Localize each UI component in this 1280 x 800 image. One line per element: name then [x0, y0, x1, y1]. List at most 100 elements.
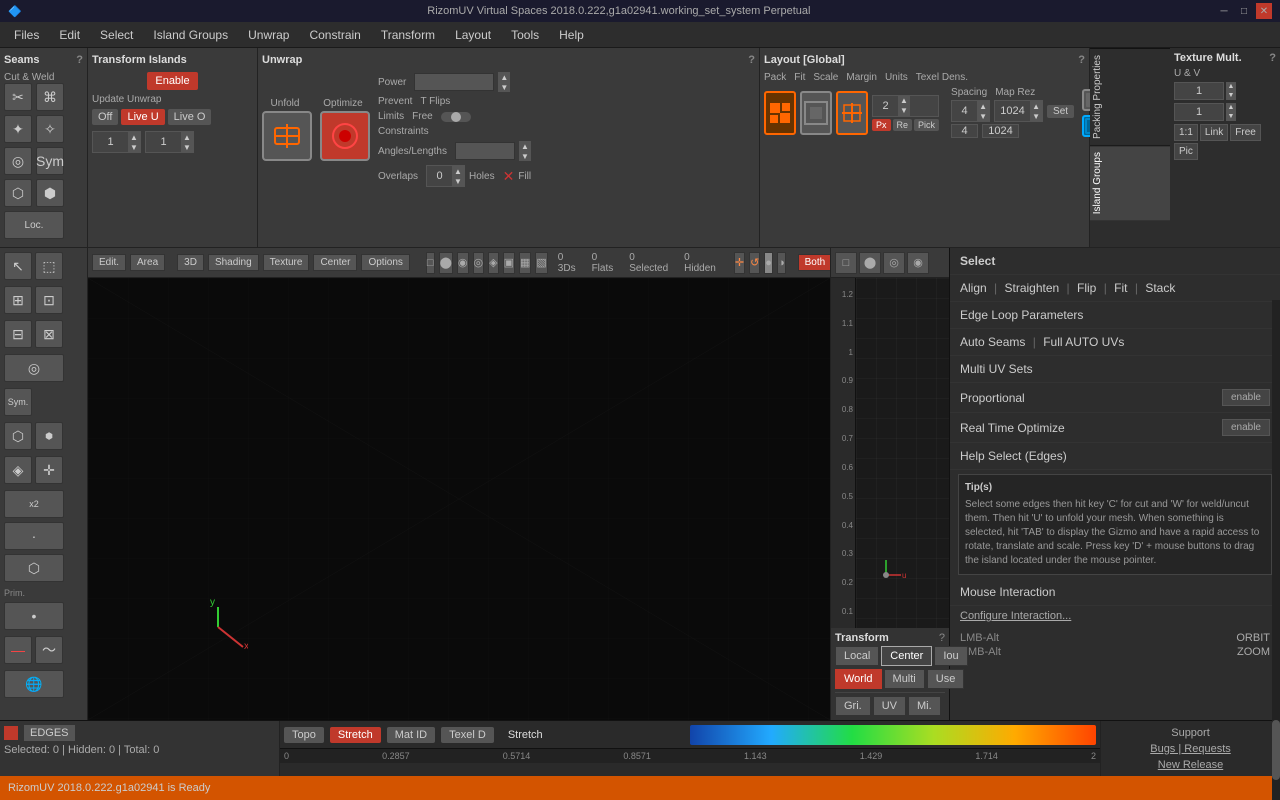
- rotate-icon[interactable]: ↺: [749, 252, 760, 274]
- spacing2-input[interactable]: [952, 125, 977, 137]
- re-button[interactable]: Re: [893, 119, 913, 131]
- set-button[interactable]: Set: [1047, 105, 1074, 118]
- spinner2-down[interactable]: ▼: [181, 142, 193, 152]
- menu-tools[interactable]: Tools: [501, 25, 549, 45]
- menu-edit[interactable]: Edit: [49, 25, 90, 45]
- overlaps-down[interactable]: ▼: [452, 176, 464, 186]
- texture-val1-input[interactable]: [1174, 82, 1224, 100]
- 3d-viewport[interactable]: Edit. Area 3D Shading Texture Center Opt…: [88, 248, 830, 720]
- map-rez2-input[interactable]: [983, 125, 1018, 137]
- spinner1-up[interactable]: ▲: [128, 132, 140, 142]
- uv-grid[interactable]: u: [856, 278, 949, 628]
- cut-icon[interactable]: ✂: [4, 83, 32, 111]
- menu-help[interactable]: Help: [549, 25, 594, 45]
- tool-icon4[interactable]: ⊠: [35, 320, 63, 348]
- tool-icon1[interactable]: ⊞: [4, 286, 32, 314]
- rect-select-icon[interactable]: ⬚: [35, 252, 63, 280]
- use-button[interactable]: Use: [927, 669, 965, 689]
- spinner2-input[interactable]: [146, 136, 181, 148]
- select-icon[interactable]: ↖: [4, 252, 32, 280]
- off-button[interactable]: Topo: [284, 727, 324, 743]
- menu-files[interactable]: Files: [4, 25, 49, 45]
- tool-icon6[interactable]: ⬢: [35, 422, 63, 450]
- shape6-icon[interactable]: ▣: [503, 252, 515, 274]
- mat-id-button[interactable]: Mat ID: [387, 727, 435, 743]
- x2-icon[interactable]: x2: [4, 490, 64, 518]
- seam-icon3[interactable]: ✦: [4, 115, 32, 143]
- tex-v2-up[interactable]: ▲: [1226, 103, 1236, 112]
- spacing-down[interactable]: ▼: [977, 111, 989, 121]
- real-time-enable[interactable]: enable: [1222, 419, 1270, 436]
- lock-icon[interactable]: Loc.: [4, 211, 64, 239]
- edit-button[interactable]: Edit.: [92, 254, 126, 271]
- viewport-canvas[interactable]: y x: [88, 278, 830, 720]
- spinner2-up[interactable]: ▲: [181, 132, 193, 142]
- ratio-button[interactable]: 1:1: [1174, 124, 1198, 141]
- pick-button[interactable]: Pick: [914, 119, 939, 131]
- paint-icon[interactable]: —: [4, 636, 32, 664]
- shape5-icon[interactable]: ◈: [488, 252, 498, 274]
- overlaps-up[interactable]: ▲: [452, 166, 464, 176]
- texture-mode-button[interactable]: Texture: [263, 254, 310, 271]
- menu-layout[interactable]: Layout: [445, 25, 501, 45]
- pack-button[interactable]: [764, 91, 796, 135]
- map-rez-input[interactable]: [995, 105, 1030, 117]
- uv-button[interactable]: UV: [873, 696, 906, 716]
- power-up[interactable]: ▲: [498, 72, 510, 82]
- pic-button[interactable]: Pic: [1174, 143, 1198, 160]
- holes-x-icon[interactable]: ✕: [503, 168, 515, 185]
- scale-button[interactable]: [836, 91, 868, 135]
- world-button[interactable]: World: [835, 669, 882, 689]
- area-button[interactable]: Area: [130, 254, 165, 271]
- menu-constrain[interactable]: Constrain: [299, 25, 370, 45]
- optimize-icon[interactable]: [320, 111, 370, 161]
- shape7-icon[interactable]: ▦: [519, 252, 531, 274]
- power-bar[interactable]: [414, 73, 494, 91]
- help-select-item[interactable]: Help Select (Edges): [950, 443, 1280, 470]
- auto-seams-item[interactable]: Auto Seams | Full AUTO UVs: [950, 329, 1280, 356]
- shape3-icon[interactable]: ◉: [457, 252, 469, 274]
- mi-button[interactable]: Mi.: [908, 696, 941, 716]
- shape2-icon[interactable]: ⬤: [439, 252, 453, 274]
- map-rez-up[interactable]: ▲: [1030, 101, 1042, 111]
- align-straighten-item[interactable]: Align | Straighten | Flip | Fit | Stack: [950, 275, 1280, 302]
- spinner1-down[interactable]: ▼: [128, 142, 140, 152]
- limits-slider[interactable]: [441, 112, 471, 122]
- shape4-icon[interactable]: ◎: [473, 252, 485, 274]
- edge-loop-item[interactable]: Edge Loop Parameters: [950, 302, 1280, 329]
- scale-down[interactable]: ▼: [898, 106, 910, 116]
- spinner1-input[interactable]: [93, 136, 128, 148]
- weld-icon[interactable]: ⌘: [36, 83, 64, 111]
- proportional-enable[interactable]: enable: [1222, 389, 1270, 406]
- uv-viewport-area[interactable]: 1.2 1.1 1 0.9 0.8 0.7 0.6 0.5 0.4 0.3 0.…: [831, 278, 949, 628]
- center-button[interactable]: Center: [313, 254, 357, 271]
- uv-cylinder-icon[interactable]: ◉: [907, 252, 929, 274]
- uv-select-icon[interactable]: □: [835, 252, 857, 274]
- scale-up[interactable]: ▲: [898, 96, 910, 106]
- packing-properties-tab[interactable]: Packing Properties: [1090, 48, 1170, 145]
- angles-bar[interactable]: [455, 142, 515, 160]
- fit-button[interactable]: [800, 91, 832, 135]
- power-down[interactable]: ▼: [498, 82, 510, 92]
- stretch-button[interactable]: Stretch: [330, 727, 381, 743]
- shape1-icon[interactable]: □: [426, 252, 435, 274]
- maximize-button[interactable]: □: [1236, 3, 1252, 19]
- scale-input[interactable]: [873, 100, 898, 112]
- bugs-button[interactable]: Bugs | Requests: [1150, 743, 1231, 755]
- angles-up[interactable]: ▲: [519, 141, 531, 151]
- iou-button[interactable]: Iou: [934, 646, 967, 666]
- capsule-icon[interactable]: ◑: [777, 252, 786, 274]
- 3d-mode-button[interactable]: 3D: [177, 254, 204, 271]
- configure-button[interactable]: Configure Interaction...: [950, 606, 1280, 626]
- angles-down[interactable]: ▼: [519, 151, 531, 161]
- tool-icon7[interactable]: ◈: [4, 456, 32, 484]
- spacing-input[interactable]: [952, 105, 977, 117]
- spacing-up[interactable]: ▲: [977, 101, 989, 111]
- seam-icon5[interactable]: ◎: [4, 147, 32, 175]
- tool-icon3[interactable]: ⊟: [4, 320, 32, 348]
- center-button[interactable]: Center: [881, 646, 932, 666]
- tex-v1-down[interactable]: ▼: [1226, 91, 1236, 100]
- sphere-icon[interactable]: ●: [764, 252, 773, 274]
- live-o-button[interactable]: Live O: [168, 109, 212, 125]
- new-release-button[interactable]: New Release: [1158, 759, 1223, 771]
